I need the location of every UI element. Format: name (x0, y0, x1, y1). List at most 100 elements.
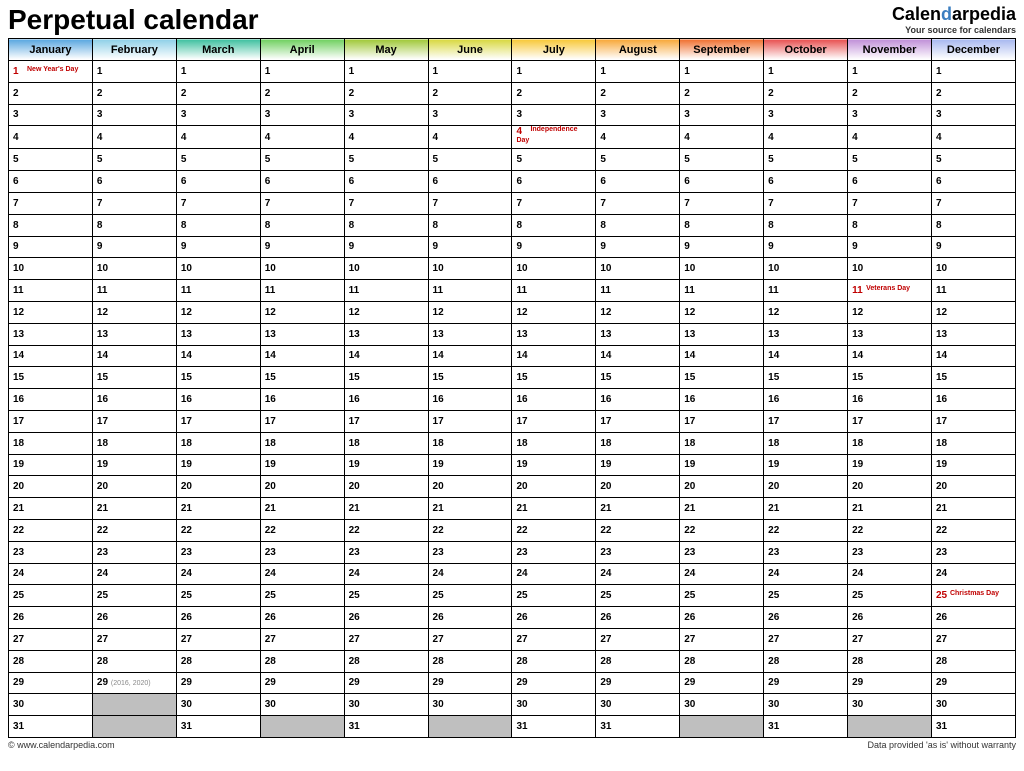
day-cell: 26 (176, 607, 260, 629)
day-number: 27 (936, 634, 948, 645)
day-number: 16 (684, 394, 696, 405)
day-cell: 29 (428, 672, 512, 694)
day-number: 28 (516, 656, 528, 667)
day-cell: 12 (512, 301, 596, 323)
day-number: 12 (600, 307, 612, 318)
day-number: 17 (13, 416, 25, 427)
day-number: 13 (265, 329, 277, 340)
day-cell: 13 (260, 323, 344, 345)
day-number: 18 (265, 438, 277, 449)
day-number: 28 (265, 656, 277, 667)
day-number: 2 (349, 88, 361, 99)
day-number: 25 (181, 590, 193, 601)
day-number: 17 (433, 416, 445, 427)
holiday-label: Veterans Day (866, 285, 910, 292)
day-number: 14 (97, 350, 109, 361)
day-number: 8 (433, 220, 445, 231)
day-number: 4 (936, 132, 948, 143)
day-number: 15 (349, 372, 361, 383)
day-number: 15 (265, 372, 277, 383)
day-cell: 10 (848, 258, 932, 280)
day-number: 15 (97, 372, 109, 383)
day-cell: 16 (764, 389, 848, 411)
holiday-label: Christmas Day (950, 590, 999, 597)
day-number: 19 (349, 459, 361, 470)
day-cell: 6 (176, 171, 260, 193)
day-cell: 6 (260, 171, 344, 193)
day-number: 21 (265, 503, 277, 514)
day-cell: 16 (596, 389, 680, 411)
day-cell: 20 (512, 476, 596, 498)
day-cell: 25 (9, 585, 93, 607)
day-cell: 15 (931, 367, 1015, 389)
day-cell: 20 (931, 476, 1015, 498)
day-cell: 6 (512, 171, 596, 193)
day-cell: 22 (9, 519, 93, 541)
day-cell: 29 (596, 672, 680, 694)
day-number: 28 (13, 656, 25, 667)
day-cell: 5 (680, 149, 764, 171)
day-number: 29 (349, 677, 361, 688)
day-cell: 7 (848, 192, 932, 214)
day-number: 19 (852, 459, 864, 470)
day-cell: 24 (680, 563, 764, 585)
day-cell: 24 (9, 563, 93, 585)
day-cell: 22 (596, 519, 680, 541)
day-cell: 4Independence Day (512, 126, 596, 149)
day-number: 1 (936, 66, 948, 77)
day-number: 30 (936, 699, 948, 710)
day-number: 28 (97, 656, 109, 667)
day-cell: 30 (680, 694, 764, 716)
day-cell: 26 (596, 607, 680, 629)
day-cell: 15 (176, 367, 260, 389)
day-cell: 17 (428, 410, 512, 432)
day-number: 30 (516, 699, 528, 710)
day-number: 17 (852, 416, 864, 427)
day-number: 15 (181, 372, 193, 383)
day-cell: 16 (9, 389, 93, 411)
day-cell: 28 (176, 650, 260, 672)
day-number: 24 (936, 568, 948, 579)
day-cell: 11 (176, 280, 260, 302)
day-number: 6 (684, 176, 696, 187)
day-number: 29 (13, 677, 25, 688)
day-number: 18 (181, 438, 193, 449)
day-cell: 18 (176, 432, 260, 454)
day-cell: 18 (92, 432, 176, 454)
day-number: 23 (97, 547, 109, 558)
day-number: 27 (600, 634, 612, 645)
day-cell: 1 (764, 61, 848, 83)
day-number: 21 (768, 503, 780, 514)
day-cell: 19 (848, 454, 932, 476)
day-cell: 21 (92, 498, 176, 520)
day-cell: 1New Year's Day (9, 61, 93, 83)
footer-copyright: © www.calendarpedia.com (8, 740, 115, 750)
day-number: 21 (600, 503, 612, 514)
day-number: 4 (265, 132, 277, 143)
day-row: 191919191919191919191919 (9, 454, 1016, 476)
day-number: 26 (600, 612, 612, 623)
day-cell: 9 (596, 236, 680, 258)
day-number: 21 (852, 503, 864, 514)
day-number: 4 (516, 126, 528, 137)
day-number: 23 (265, 547, 277, 558)
day-number: 23 (936, 547, 948, 558)
day-cell: 13 (344, 323, 428, 345)
day-cell: 7 (9, 192, 93, 214)
day-number: 25 (768, 590, 780, 601)
day-row: 3030303030303030303030 (9, 694, 1016, 716)
day-cell: 26 (9, 607, 93, 629)
day-number: 26 (97, 612, 109, 623)
month-header: May (344, 39, 428, 61)
day-number: 25 (600, 590, 612, 601)
day-cell: 14 (428, 345, 512, 367)
day-row: 121212121212121212121212 (9, 301, 1016, 323)
day-number: 15 (684, 372, 696, 383)
day-cell: 23 (92, 541, 176, 563)
day-number: 18 (852, 438, 864, 449)
day-cell: 22 (428, 519, 512, 541)
day-cell: 11 (9, 280, 93, 302)
day-cell: 7 (176, 192, 260, 214)
day-number: 24 (852, 568, 864, 579)
day-cell: 20 (764, 476, 848, 498)
